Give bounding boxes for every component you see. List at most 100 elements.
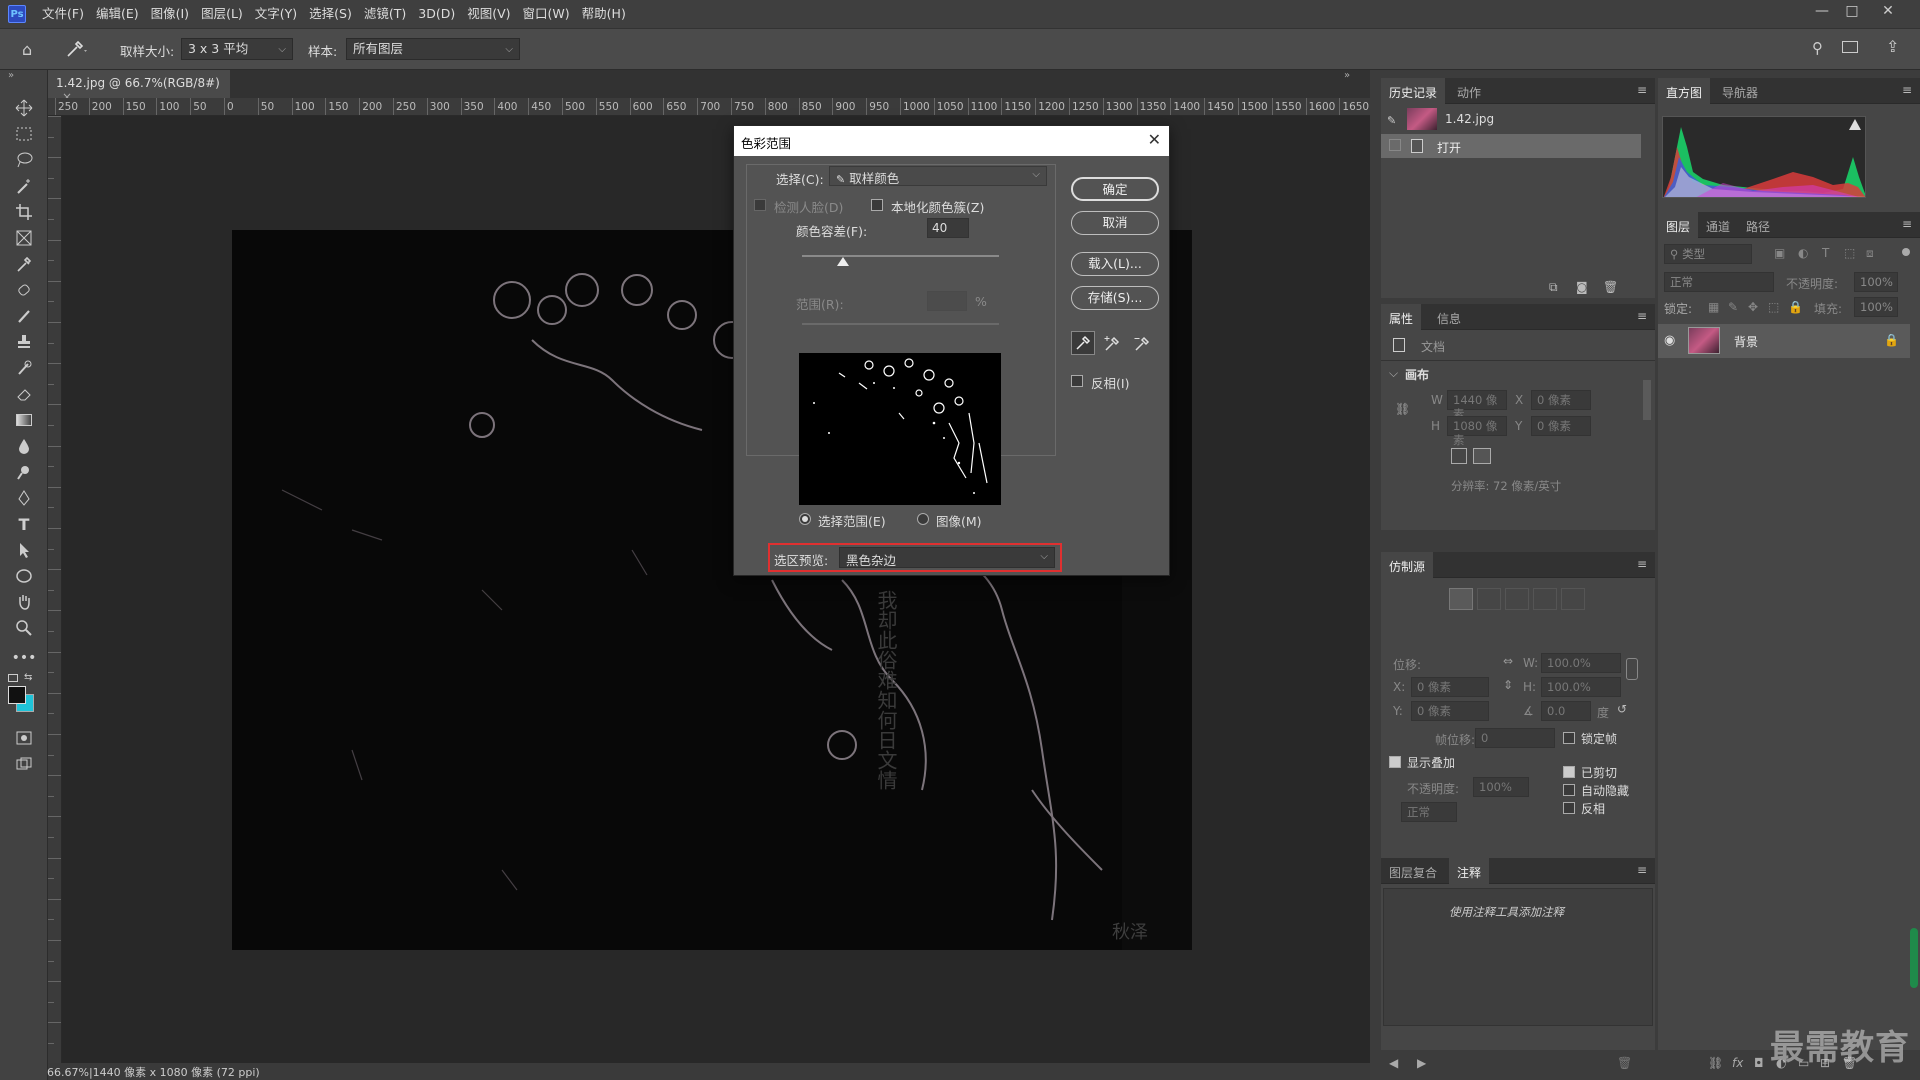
adjustment-filter-icon[interactable]: ◐ xyxy=(1798,246,1808,260)
quick-mask-icon[interactable] xyxy=(9,726,39,750)
arrow-right-icon[interactable]: ▶ xyxy=(1417,1056,1426,1070)
frame-tool-icon[interactable] xyxy=(9,226,39,250)
history-item-open[interactable]: 打开 xyxy=(1381,134,1641,158)
collapse-icon[interactable]: » xyxy=(8,70,14,81)
layer-opacity-field[interactable]: 100% xyxy=(1854,272,1898,292)
lock-frame-checkbox[interactable] xyxy=(1563,732,1575,744)
radio-selection[interactable] xyxy=(799,513,811,525)
magic-wand-icon[interactable] xyxy=(9,174,39,198)
ok-button[interactable]: 确定 xyxy=(1071,177,1159,201)
clone-source-2-icon[interactable] xyxy=(1477,588,1501,610)
filter-toggle-icon[interactable] xyxy=(1902,248,1910,256)
menu-window[interactable]: 窗口(W) xyxy=(517,0,576,28)
tab-layers[interactable]: 图层 xyxy=(1658,212,1699,238)
lock-artboard-icon[interactable]: ⬚ xyxy=(1768,300,1779,314)
type-filter-icon[interactable]: T xyxy=(1822,246,1829,260)
lock-all-icon[interactable]: 🔒 xyxy=(1788,300,1803,314)
clone-stamp-icon[interactable] xyxy=(9,330,39,354)
clone-source-5-icon[interactable] xyxy=(1561,588,1585,610)
selection-preview-select[interactable]: 黑色杂边 ⌵ xyxy=(839,547,1055,568)
overlay-invert-checkbox[interactable] xyxy=(1563,802,1575,814)
scrollbar[interactable] xyxy=(1643,380,1651,420)
shape-filter-icon[interactable]: ⬚ xyxy=(1844,246,1855,260)
auto-hide-checkbox[interactable] xyxy=(1563,784,1575,796)
foreground-color-swatch[interactable] xyxy=(8,686,26,704)
menu-3d[interactable]: 3D(D) xyxy=(412,0,461,28)
fuzziness-slider[interactable] xyxy=(802,255,999,266)
tab-clone-source[interactable]: 仿制源 xyxy=(1381,552,1434,578)
tab-properties[interactable]: 属性 xyxy=(1381,304,1422,330)
tab-info[interactable]: 信息 xyxy=(1429,304,1469,330)
clone-source-1-icon[interactable] xyxy=(1449,588,1473,610)
panel-menu-icon[interactable]: ≡ xyxy=(1902,217,1912,231)
menu-help[interactable]: 帮助(H) xyxy=(576,0,632,28)
eyedropper-tool-icon[interactable] xyxy=(64,38,90,64)
history-snapshot-label[interactable]: 1.42.jpg xyxy=(1445,112,1494,126)
chevron-down-icon[interactable]: ⌵ xyxy=(1389,366,1398,381)
landscape-orientation-icon[interactable] xyxy=(1473,448,1491,464)
show-overlay-checkbox[interactable] xyxy=(1389,756,1401,768)
radio-image[interactable] xyxy=(917,513,929,525)
tab-history[interactable]: 历史记录 xyxy=(1381,78,1446,104)
history-brush-icon[interactable] xyxy=(9,356,39,380)
crop-tool-icon[interactable] xyxy=(9,200,39,224)
canvas-width-field[interactable]: 1440 像素 xyxy=(1447,390,1507,421)
localized-clusters-checkbox[interactable] xyxy=(871,199,883,211)
more-tools-icon[interactable]: ••• xyxy=(9,646,39,670)
maximize-button[interactable]: □ xyxy=(1836,0,1868,24)
eyedropper-icon[interactable] xyxy=(9,252,39,276)
lasso-tool-icon[interactable] xyxy=(9,148,39,172)
menu-image[interactable]: 图像(I) xyxy=(145,0,195,28)
menu-layer[interactable]: 图层(L) xyxy=(195,0,249,28)
ellipse-tool-icon[interactable] xyxy=(9,564,39,588)
layer-filter-select[interactable]: ⚲ 类型 xyxy=(1664,244,1752,264)
detect-faces-checkbox[interactable] xyxy=(754,199,766,211)
close-icon[interactable]: ✕ xyxy=(1148,130,1161,149)
lock-transparent-icon[interactable]: ▦ xyxy=(1708,300,1719,314)
overlay-mode-select[interactable]: 正常 xyxy=(1401,802,1457,822)
share-icon[interactable]: ⇪ xyxy=(1886,37,1899,56)
tab-paths[interactable]: 路径 xyxy=(1738,212,1778,238)
close-window-button[interactable]: ✕ xyxy=(1872,0,1904,24)
clone-source-4-icon[interactable] xyxy=(1533,588,1557,610)
new-document-from-state-icon[interactable]: ⧉ xyxy=(1549,280,1558,295)
tab-channels[interactable]: 通道 xyxy=(1698,212,1738,238)
clone-y-field[interactable]: 0 像素 xyxy=(1411,701,1489,721)
gradient-tool-icon[interactable] xyxy=(9,408,39,432)
pen-tool-icon[interactable] xyxy=(9,486,39,510)
sample-size-select[interactable]: 3 x 3 平均 ⌵ xyxy=(181,38,293,60)
link-icon[interactable] xyxy=(1626,658,1638,680)
brush-tool-icon[interactable] xyxy=(9,304,39,328)
clone-x-field[interactable]: 0 像素 xyxy=(1411,677,1489,697)
lock-pixels-icon[interactable]: ✎ xyxy=(1728,300,1738,314)
clone-source-3-icon[interactable] xyxy=(1505,588,1529,610)
collapse-panels-icon[interactable]: » xyxy=(1344,70,1350,81)
history-brush-icon[interactable]: ✎ xyxy=(1387,114,1396,127)
panel-menu-icon[interactable]: ≡ xyxy=(1637,863,1647,877)
link-icon[interactable]: ⛓ xyxy=(1395,402,1410,416)
camera-icon[interactable]: ◙ xyxy=(1576,280,1588,294)
document-tab[interactable]: 1.42.jpg @ 66.7%(RGB/8#) × xyxy=(48,70,230,104)
clone-h-field[interactable]: 100.0% xyxy=(1541,677,1621,697)
layer-row-background[interactable]: ◉ 背景 🔒 xyxy=(1658,324,1910,358)
tab-actions[interactable]: 动作 xyxy=(1449,78,1489,104)
blend-mode-select[interactable]: 正常 xyxy=(1664,272,1774,292)
layer-name[interactable]: 背景 xyxy=(1734,333,1758,350)
blur-tool-icon[interactable] xyxy=(9,434,39,458)
default-colors-icon[interactable] xyxy=(8,674,18,682)
clone-angle-field[interactable]: 0.0 xyxy=(1541,701,1591,721)
save-button[interactable]: 存储(S)... xyxy=(1071,286,1159,310)
canvas-x-field[interactable]: 0 像素 xyxy=(1531,390,1591,410)
panel-menu-icon[interactable]: ≡ xyxy=(1902,83,1912,97)
eyedropper-plus-icon[interactable] xyxy=(1101,331,1125,355)
smart-object-filter-icon[interactable]: ⧈ xyxy=(1866,246,1874,261)
sample-select[interactable]: 所有图层 ⌵ xyxy=(346,38,520,60)
fuzziness-slider-thumb[interactable] xyxy=(837,257,850,266)
canvas-height-field[interactable]: 1080 像素 xyxy=(1447,416,1507,447)
menu-type[interactable]: 文字(Y) xyxy=(249,0,303,28)
tab-histogram[interactable]: 直方图 xyxy=(1658,78,1711,104)
warning-icon[interactable] xyxy=(1849,119,1861,130)
move-tool-icon[interactable] xyxy=(9,96,39,120)
panel-menu-icon[interactable]: ≡ xyxy=(1637,557,1647,571)
eyedropper-icon[interactable] xyxy=(1071,331,1095,355)
